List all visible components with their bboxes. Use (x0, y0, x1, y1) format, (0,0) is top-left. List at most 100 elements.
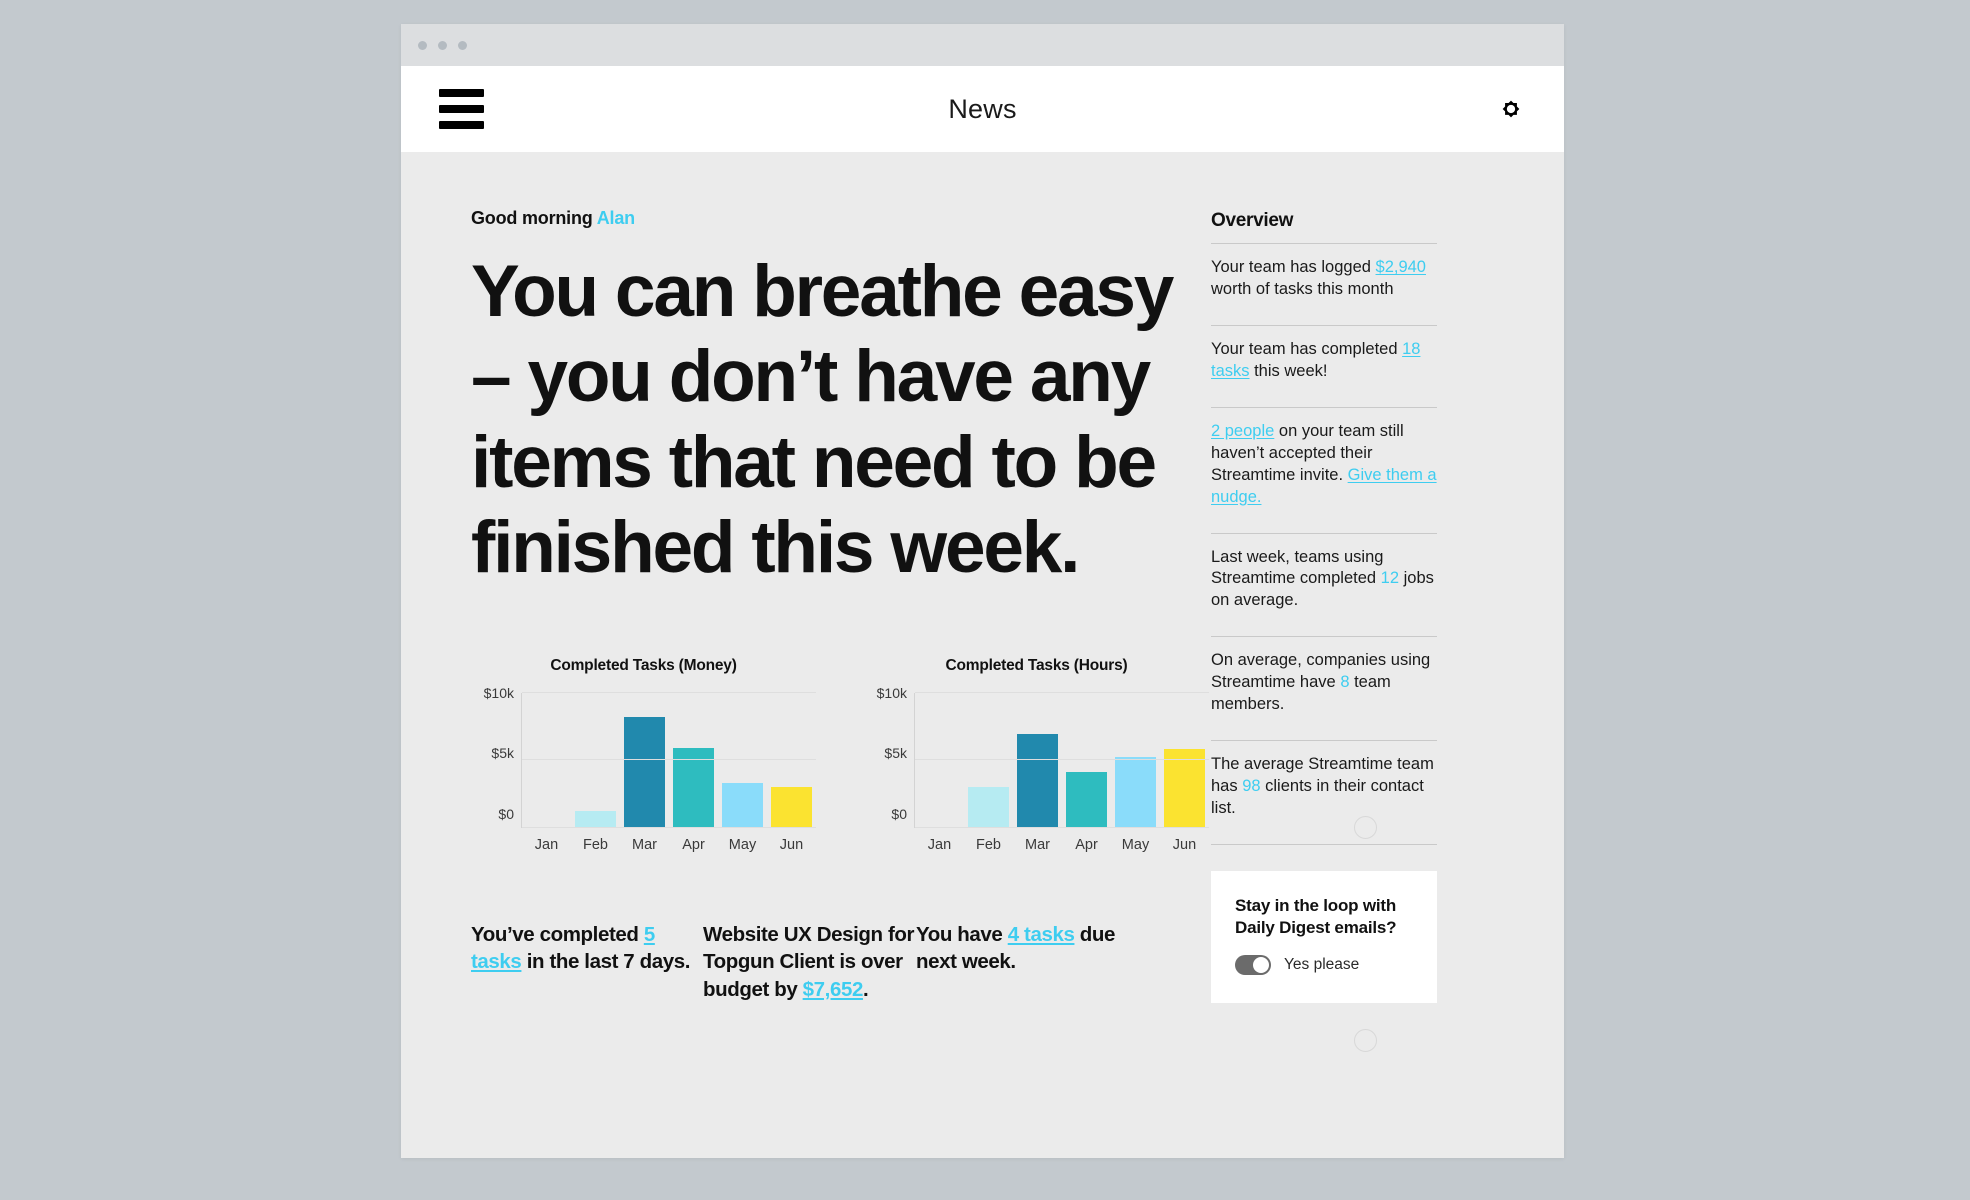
window-titlebar (401, 24, 1564, 66)
stats-row: You’ve completed 5 tasks in the last 7 d… (471, 921, 1211, 1004)
gridline (915, 759, 1209, 761)
bar-series (522, 693, 816, 828)
daily-digest-card: Stay in the loop with Daily Digest email… (1211, 870, 1437, 1004)
x-tick-label: Jan (927, 836, 952, 853)
gridline (915, 691, 1209, 693)
y-tick-label: $5k (491, 745, 514, 762)
hamburger-bar-2 (439, 105, 484, 113)
inline-text: You’ve completed (471, 922, 644, 946)
decorative-circle-2 (1354, 1029, 1377, 1052)
inline-link[interactable]: 2 people (1211, 422, 1274, 440)
inline-text: in the last 7 days. (521, 950, 691, 974)
overview-item: On average, companies using Streamtime h… (1211, 637, 1437, 729)
window-dot-minimize[interactable] (438, 40, 447, 50)
x-tick-label: Feb (583, 836, 608, 853)
overview-item: The average Streamtime team has 98 clien… (1211, 741, 1437, 833)
inline-text: On average, companies using Streamtime h… (1211, 651, 1431, 692)
daily-digest-toggle[interactable] (1235, 955, 1271, 976)
x-tick-label: Mar (632, 836, 657, 853)
overview-item: Your team has completed 18 tasks this we… (1211, 326, 1437, 396)
inline-accent-value: 8 (1340, 673, 1350, 692)
overview-item: 2 people on your team still haven’t acce… (1211, 408, 1437, 522)
bar-apr[interactable] (1066, 772, 1107, 828)
chart-title: Completed Tasks (Hours) (945, 656, 1128, 674)
chart-completed-tasks-hours: Completed Tasks (Hours) $10k $5k $0 Jan Feb… (864, 657, 1209, 853)
page-title: News (948, 93, 1017, 124)
y-tick-label: $10k (876, 684, 907, 701)
bar-jun[interactable] (771, 787, 812, 828)
bar-may[interactable] (1115, 757, 1156, 828)
greeting-text: Good morning (471, 208, 597, 228)
app-window: News Good morning Alan You can breathe e… (401, 24, 1564, 1158)
x-axis: Jan Feb Mar Apr May Jun (914, 837, 1209, 853)
bar-mar[interactable] (1017, 734, 1058, 828)
inline-text: Last week, teams using Streamtime comple… (1211, 547, 1384, 588)
page-content: Good morning Alan You can breathe easy –… (401, 152, 1564, 1158)
plot-area (521, 691, 816, 828)
divider (1211, 843, 1437, 845)
bar-mar[interactable] (624, 716, 665, 828)
overview-item: Your team has logged $2,940 worth of tas… (1211, 244, 1437, 314)
x-tick-label: Jan (534, 836, 559, 853)
y-axis: $10k $5k $0 (864, 686, 914, 828)
inline-text: worth of tasks this month (1211, 279, 1394, 298)
decorative-circle-1 (1354, 816, 1377, 839)
daily-digest-toggle-row: Yes please (1235, 955, 1413, 976)
bar-feb[interactable] (968, 787, 1009, 828)
bar-feb[interactable] (575, 811, 616, 828)
inline-text: this week! (1249, 361, 1328, 380)
x-tick-label: Jun (779, 836, 804, 853)
y-tick-label: $5k (884, 745, 907, 762)
x-tick-label: Jun (1172, 836, 1197, 853)
chart-completed-tasks-money: Completed Tasks (Money) $10k $5k $0 Jan Feb… (471, 657, 816, 853)
y-tick-label: $10k (483, 684, 514, 701)
x-tick-label: Feb (976, 836, 1001, 853)
bar-jun[interactable] (1164, 749, 1205, 828)
app-header: News (401, 66, 1564, 152)
hamburger-icon[interactable] (439, 89, 484, 129)
stat-block: You’ve completed 5 tasks in the last 7 d… (471, 921, 703, 1004)
plot-wrap: Jan Feb Mar Apr May Jun (914, 691, 1209, 853)
hamburger-bar-1 (439, 89, 484, 97)
x-tick-label: Apr (682, 836, 705, 853)
gridline (915, 826, 1209, 828)
greeting-username: Alan (596, 208, 635, 228)
x-tick-label: Mar (1025, 836, 1050, 853)
gear-icon[interactable] (1494, 92, 1528, 126)
inline-text: Your team has completed (1211, 339, 1403, 358)
chart-title: Completed Tasks (Money) (550, 656, 737, 674)
y-tick-label: $0 (891, 805, 907, 822)
inline-text: Your team has logged (1211, 258, 1376, 276)
toggle-knob (1253, 957, 1269, 974)
overview-sidebar: Overview Your team has logged $2,940 wor… (1211, 192, 1511, 1158)
inline-accent-value: 98 (1242, 777, 1261, 796)
y-axis: $10k $5k $0 (471, 686, 521, 828)
inline-text: . (862, 977, 869, 1001)
window-dot-maximize[interactable] (458, 40, 467, 50)
inline-link[interactable]: $7,652 (803, 978, 864, 1001)
headline: You can breathe easy – you don’t have an… (471, 251, 1174, 589)
chart-body: $10k $5k $0 Jan Feb Mar Apr May Jun (864, 686, 1209, 853)
window-controls (418, 40, 467, 50)
stat-block: You have 4 tasks due next week. (916, 921, 1116, 1004)
inline-text: You have (916, 922, 1008, 946)
y-tick-label: $0 (498, 805, 514, 822)
plot-wrap: Jan Feb Mar Apr May Jun (521, 691, 816, 853)
overview-item: Last week, teams using Streamtime comple… (1211, 534, 1437, 626)
x-axis: Jan Feb Mar Apr May Jun (521, 837, 816, 853)
plot-area (914, 691, 1209, 828)
charts-row: Completed Tasks (Money) $10k $5k $0 Jan Feb… (471, 657, 1211, 853)
chart-body: $10k $5k $0 Jan Feb Mar Apr May Jun (471, 686, 816, 853)
gridline (522, 691, 816, 693)
inline-accent-value: 12 (1380, 569, 1400, 588)
daily-digest-toggle-label: Yes please (1284, 956, 1360, 974)
hamburger-bar-3 (439, 121, 484, 129)
overview-title: Overview (1211, 210, 1294, 231)
inline-link[interactable]: 4 tasks (1008, 923, 1075, 946)
bar-may[interactable] (722, 783, 763, 828)
window-dot-close[interactable] (418, 40, 427, 50)
inline-link[interactable]: $2,940 (1376, 258, 1426, 276)
gridline (522, 826, 816, 828)
x-tick-label: Apr (1075, 836, 1098, 853)
bar-series (915, 693, 1209, 828)
